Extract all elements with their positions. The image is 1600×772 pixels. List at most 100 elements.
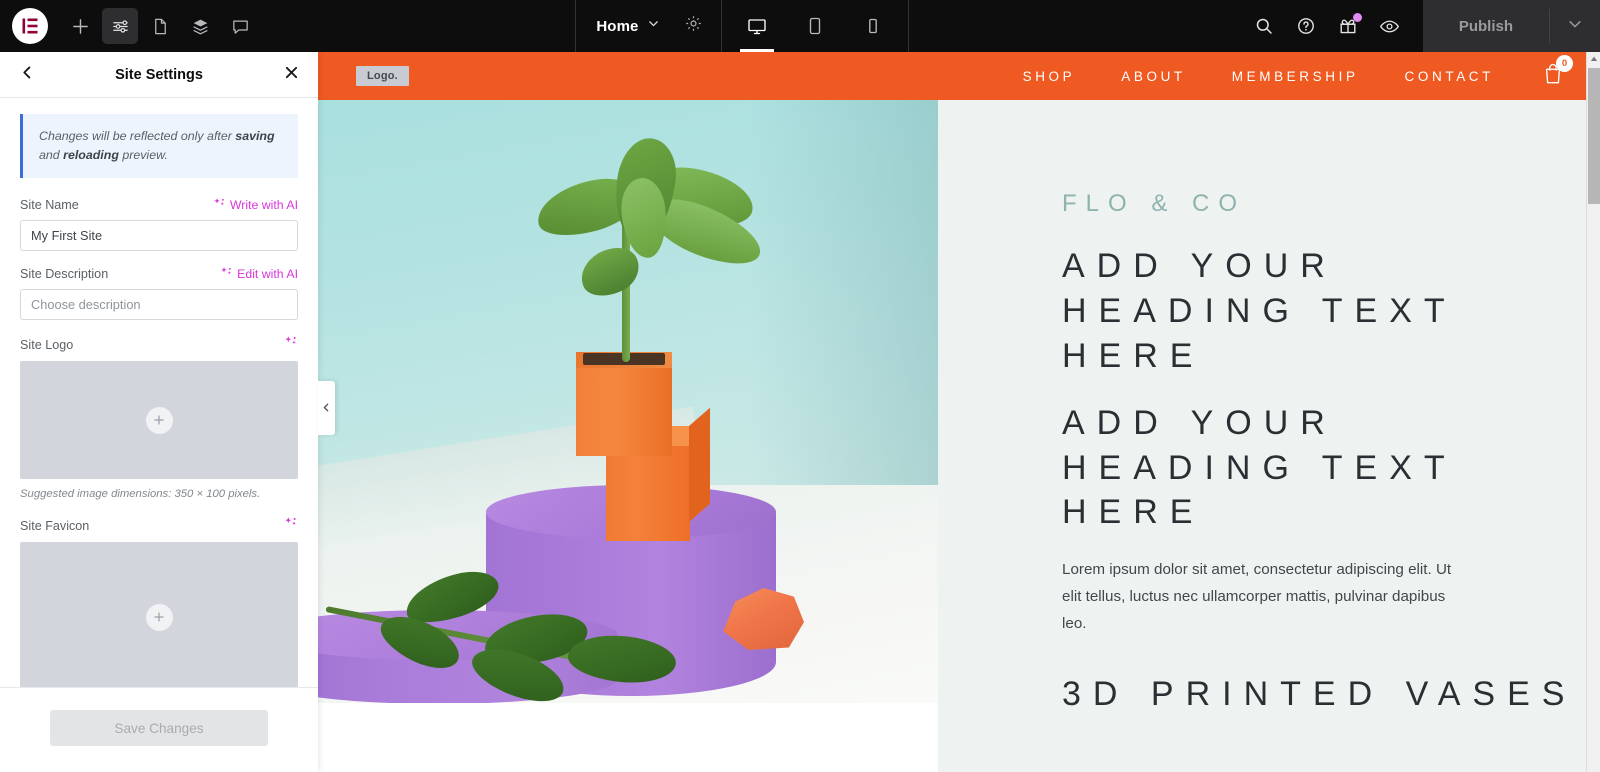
write-with-ai-button[interactable]: Write with AI [213,197,298,213]
topbar-right: Publish [1227,0,1600,52]
panel-scroll-area[interactable]: Changes will be reflected only after sav… [0,98,318,687]
help-icon[interactable] [1287,7,1325,45]
page-settings-gear-button[interactable] [680,0,721,52]
save-changes-button[interactable]: Save Changes [50,710,268,746]
site-preview: Logo. SHOP ABOUT MEMBERSHIP CONTACT 0 FL… [318,52,1600,772]
hero-footer-heading[interactable]: 3D PRINTED VASES [1062,672,1586,717]
search-icon[interactable] [1245,7,1283,45]
gift-icon[interactable] [1329,7,1367,45]
ai-sparkle-icon [284,335,298,354]
elementor-logo-icon[interactable] [12,8,48,44]
gear-icon [684,14,703,38]
site-name-label: Site Name [20,198,79,213]
preview-icon[interactable] [1371,7,1409,45]
edit-with-ai-button[interactable]: Edit with AI [220,266,298,282]
site-logo-ai-button[interactable] [284,335,298,354]
site-logo-hint: Suggested image dimensions: 350 × 100 pi… [20,488,261,501]
editor-topbar: Home Publish [0,0,1600,52]
hero-product-photo[interactable] [318,100,938,703]
close-icon [284,65,299,85]
topbar-left-tools [0,0,258,52]
comments-icon[interactable] [222,8,258,44]
notification-dot [1352,13,1362,22]
add-element-icon[interactable] [62,8,98,44]
chevron-down-icon [647,17,660,35]
device-preview-switcher [722,0,908,52]
editor-body: Site Settings Changes will be reflected … [0,52,1600,772]
device-desktop-button[interactable] [728,0,786,52]
panel-close-button[interactable] [278,62,304,88]
device-mobile-button[interactable] [844,0,902,52]
panel-header: Site Settings [0,52,318,98]
hero-heading[interactable]: ADD YOUR HEADING TEXT HERE [1062,244,1586,379]
panel-title: Site Settings [115,66,203,83]
notice-text-2: and [39,148,64,163]
publish-options-button[interactable] [1550,0,1600,52]
structure-icon[interactable] [182,8,218,44]
site-logo-placeholder[interactable]: Logo. [356,66,409,86]
site-nav: SHOP ABOUT MEMBERSHIP CONTACT [1023,69,1494,84]
notice-bold-saving: saving [235,129,275,143]
hero-text-column: FLO & CO ADD YOUR HEADING TEXT HERE ADD … [938,100,1586,772]
orange-cube-lower [606,407,710,541]
jade-plant [518,130,769,365]
site-favicon-upload-box[interactable] [20,542,298,687]
site-description-row: Site Description Edit with AI [20,266,298,282]
scrollbar-thumb[interactable] [1588,68,1600,204]
panel-back-button[interactable] [14,62,40,88]
cart-button[interactable]: 0 [1542,55,1573,90]
preview-scrollbar[interactable] [1586,52,1600,772]
site-settings-panel: Site Settings Changes will be reflected … [0,52,318,772]
notice-text-1: Changes will be reflected only after [39,129,236,143]
elementor-editor: Home Publish Site Settings Changes will … [0,0,1600,772]
site-logo-label: Site Logo [20,337,74,352]
publish-button[interactable]: Publish [1423,0,1549,52]
leaf-sprig [318,563,718,703]
site-favicon-row: Site Favicon [20,516,298,535]
site-settings-icon[interactable] [102,8,138,44]
site-logo-upload-box[interactable] [20,361,298,480]
panel-collapse-handle[interactable] [318,381,335,435]
chevron-left-icon [322,399,331,417]
orange-cube-planter [576,352,672,456]
site-favicon-label: Site Favicon [20,518,90,533]
chevron-down-icon [1567,16,1583,37]
hero-eyebrow: FLO & CO [1062,190,1247,217]
site-canvas: Logo. SHOP ABOUT MEMBERSHIP CONTACT 0 FL… [318,52,1586,772]
page-settings-icon[interactable] [142,8,178,44]
plus-icon [145,406,173,434]
save-reload-notice: Changes will be reflected only after sav… [20,114,298,179]
site-description-input[interactable] [20,289,298,321]
site-name-input[interactable] [20,220,298,252]
plus-icon [145,603,173,631]
site-name-row: Site Name Write with AI [20,197,298,213]
nav-link-contact[interactable]: CONTACT [1405,69,1494,84]
nav-link-shop[interactable]: SHOP [1023,69,1076,84]
chevron-left-icon [20,65,35,85]
notice-bold-reloading: reloading [63,148,119,163]
nav-link-membership[interactable]: MEMBERSHIP [1232,69,1359,84]
page-name-label: Home [596,17,639,35]
photo-wall-shadow [748,100,938,513]
site-logo-row: Site Logo [20,335,298,354]
device-tablet-button[interactable] [786,0,844,52]
site-description-label: Site Description [20,267,109,282]
edit-with-ai-label: Edit with AI [237,267,298,282]
page-selector[interactable]: Home [576,0,680,52]
hero-image-column [318,100,938,772]
topbar-center: Home [258,0,1227,52]
publish-group: Publish [1422,0,1600,52]
cart-count-badge: 0 [1556,55,1573,72]
hero-paragraph[interactable]: Lorem ipsum dolor sit amet, consectetur … [1062,557,1454,637]
write-with-ai-label: Write with AI [229,198,298,213]
hero-subheading[interactable]: ADD YOUR HEADING TEXT HERE [1062,401,1586,536]
ai-sparkle-icon [284,516,298,535]
site-body: FLO & CO ADD YOUR HEADING TEXT HERE ADD … [318,100,1586,772]
ai-sparkle-icon [213,197,226,213]
site-header: Logo. SHOP ABOUT MEMBERSHIP CONTACT 0 [318,52,1586,100]
notice-text-3: preview. [118,148,168,163]
site-favicon-ai-button[interactable] [284,516,298,535]
scroll-up-button[interactable] [1587,52,1600,66]
nav-link-about[interactable]: ABOUT [1121,69,1186,84]
panel-footer: Save Changes [0,687,318,772]
